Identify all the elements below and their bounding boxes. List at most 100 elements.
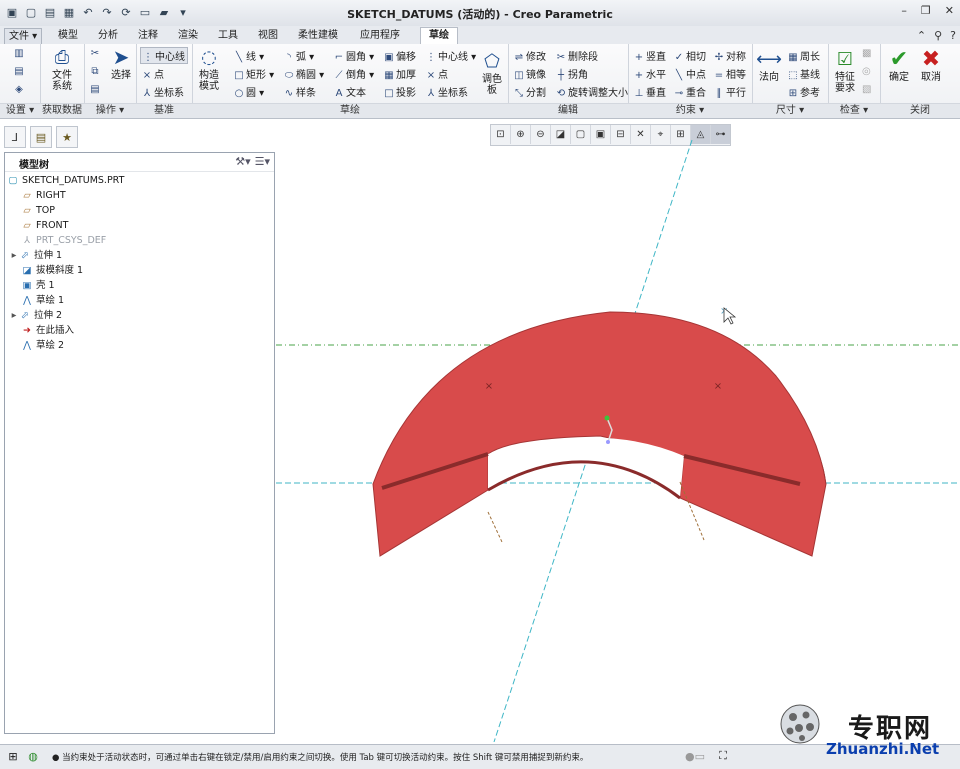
coincident-button[interactable]: ⊸ 重合 [674, 84, 706, 99]
datum-centerline-button[interactable]: ⋮ 中心线 [140, 47, 188, 64]
copy-icon[interactable]: ⧉ [90, 66, 102, 77]
overlap-geometry-icon[interactable]: ▩ [862, 48, 871, 59]
spline-button[interactable]: ∿ 样条 [284, 84, 316, 99]
datum-point-button[interactable]: × 点 [142, 66, 164, 81]
group-operations-label[interactable]: 操作 ▾ [84, 103, 136, 118]
highlight-open-ends-icon[interactable]: ▧ [862, 84, 871, 95]
equal-button[interactable]: = 相等 [714, 66, 746, 81]
circle-button[interactable]: ○ 圆 ▾ [234, 84, 265, 99]
expand-icon[interactable]: ▸ [9, 308, 19, 323]
minimize-icon[interactable]: – [901, 4, 907, 17]
sketch-start-point[interactable] [604, 415, 610, 421]
tab-view[interactable]: 视图 [258, 28, 278, 44]
tree-item-front[interactable]: ▱ FRONT [21, 218, 68, 233]
chamfer-button[interactable]: ⟋ 倒角 ▾ [334, 66, 375, 81]
cancel-button[interactable]: ✖ 取消 [916, 48, 946, 83]
file-system-button[interactable]: ⎙ 文件 系统 [44, 46, 80, 92]
rectangle-button[interactable]: □ 矩形 ▾ [234, 66, 274, 81]
tree-item-part[interactable]: ▢ SKETCH_DATUMS.PRT [7, 173, 125, 188]
tree-item-insert-here[interactable]: ➜ 在此插入 [21, 323, 74, 338]
datum-csys-button[interactable]: ⅄ 坐标系 [142, 84, 184, 99]
tree-item-draft-1[interactable]: ◪ 拔模斜度 1 [21, 263, 84, 278]
sketch-csys-button[interactable]: ⅄ 坐标系 [426, 84, 468, 99]
tab-flexible-modeling[interactable]: 柔性建模 [298, 28, 338, 44]
perimeter-button[interactable]: ▦ 周长 [788, 48, 820, 63]
model-tree-tab-icon[interactable]: ⅃ [4, 126, 26, 148]
sketch-point-button[interactable]: × 点 [426, 66, 448, 81]
project-button[interactable]: □ 投影 [384, 84, 416, 99]
midpoint-button[interactable]: ╲ 中点 [674, 66, 706, 81]
rotate-resize-button[interactable]: ⟲ 旋转调整大小 [556, 84, 628, 99]
sketch-end-point[interactable] [606, 440, 610, 444]
tree-item-csys[interactable]: ⅄ PRT_CSYS_DEF [21, 233, 106, 248]
collapse-ribbon-icon[interactable]: ⌃ [917, 29, 926, 42]
perpendicular-button[interactable]: ⊥ 垂直 [634, 84, 666, 99]
modify-button[interactable]: ⇌ 修改 [514, 48, 546, 63]
reference-button[interactable]: ⊞ 参考 [788, 84, 820, 99]
tree-item-sketch-2[interactable]: ⋀ 草绘 2 [21, 338, 64, 353]
group-dimension-label[interactable]: 尺寸 ▾ [752, 103, 828, 118]
sketch-point-marker-right[interactable]: × [714, 381, 722, 392]
fillet-button[interactable]: ⌐ 圆角 ▾ [334, 48, 374, 63]
part-top-face[interactable] [372, 311, 827, 557]
sketch-centerline-button[interactable]: ⋮ 中心线 ▾ [426, 48, 476, 63]
close-icon[interactable]: ✕ [945, 4, 954, 17]
filter-toggle-icon[interactable]: ●▭ [684, 749, 706, 763]
tab-analysis[interactable]: 分析 [98, 28, 118, 44]
tab-tools[interactable]: 工具 [218, 28, 238, 44]
browser-toggle-icon[interactable]: ◍ [26, 749, 40, 763]
tree-item-sketch-1[interactable]: ⋀ 草绘 1 [21, 293, 64, 308]
text-button[interactable]: A 文本 [334, 84, 366, 99]
delete-segment-button[interactable]: ✂ 删除段 [556, 48, 598, 63]
select-button[interactable]: ➤ 选择 [108, 46, 134, 82]
tree-item-top[interactable]: ▱ TOP [21, 203, 55, 218]
group-settings-label[interactable]: 设置 ▾ [0, 103, 40, 118]
sketch-setup-icon[interactable]: ▥ [14, 48, 26, 59]
normal-dimension-button[interactable]: ⟷ 法向 [754, 48, 784, 83]
construction-mode-button[interactable]: ◌ 构造 模式 [194, 46, 224, 92]
tab-applications[interactable]: 应用程序 [360, 28, 400, 44]
ellipse-button[interactable]: ⬭ 椭圆 ▾ [284, 66, 324, 81]
tree-item-right[interactable]: ▱ RIGHT [21, 188, 65, 203]
offset-button[interactable]: ▣ 偏移 [384, 48, 416, 63]
help-icon[interactable]: ? [950, 29, 956, 42]
corner-button[interactable]: ┼ 拐角 [556, 66, 588, 81]
tree-item-shell-1[interactable]: ▣ 壳 1 [21, 278, 55, 293]
horizontal-button[interactable]: + 水平 [634, 66, 666, 81]
cut-icon[interactable]: ✂ [90, 48, 102, 59]
group-constrain-label[interactable]: 约束 ▾ [628, 103, 752, 118]
divide-button[interactable]: ⤡ 分割 [514, 84, 546, 99]
tab-sketch[interactable]: 草绘 [420, 27, 458, 44]
vertical-button[interactable]: + 竖直 [634, 48, 666, 63]
thicken-button[interactable]: ▦ 加厚 [384, 66, 416, 81]
tree-item-extrude-2[interactable]: ▸ ⬀ 拉伸 2 [9, 308, 62, 323]
sketch-point-marker-left[interactable]: × [485, 381, 493, 392]
restore-icon[interactable]: ❐ [921, 4, 931, 17]
shade-closed-loops-icon[interactable]: ◎ [862, 66, 871, 77]
mirror-button[interactable]: ◫ 镜像 [514, 66, 546, 81]
expand-icon[interactable]: ▸ [9, 248, 19, 263]
feature-requirements-button[interactable]: ☑ 特征 要求 [830, 48, 860, 94]
symmetric-button[interactable]: ✢ 对称 [714, 48, 746, 63]
tab-model[interactable]: 模型 [58, 28, 78, 44]
sketch-construction-line-left[interactable] [487, 511, 503, 543]
tree-item-extrude-1[interactable]: ▸ ⬀ 拉伸 1 [9, 248, 62, 263]
search-icon[interactable]: ⚲ [934, 29, 942, 42]
parallel-button[interactable]: ∥ 平行 [714, 84, 747, 99]
sketch-view-icon[interactable]: ◈ [14, 84, 26, 95]
tab-render[interactable]: 渲染 [178, 28, 198, 44]
line-button[interactable]: ╲ 线 ▾ [234, 48, 264, 63]
tree-show-icon[interactable]: ☰▾ [255, 155, 270, 168]
favorites-tab-icon[interactable]: ★ [56, 126, 78, 148]
arc-button[interactable]: ◝ 弧 ▾ [284, 48, 314, 63]
tangent-button[interactable]: ✓ 相切 [674, 48, 706, 63]
find-icon[interactable]: ⛶ [716, 749, 730, 763]
palette-button[interactable]: ⬠ 调色 板 [478, 50, 506, 96]
paste-icon[interactable]: ▤ [90, 84, 102, 95]
group-inspect-label[interactable]: 检查 ▾ [828, 103, 880, 118]
graphics-window[interactable]: × × × [276, 118, 960, 742]
folder-browser-tab-icon[interactable]: ▤ [30, 126, 52, 148]
tab-annotate[interactable]: 注释 [138, 28, 158, 44]
references-icon[interactable]: ▤ [14, 66, 26, 77]
tree-settings-icon[interactable]: ⚒▾ [235, 155, 250, 168]
